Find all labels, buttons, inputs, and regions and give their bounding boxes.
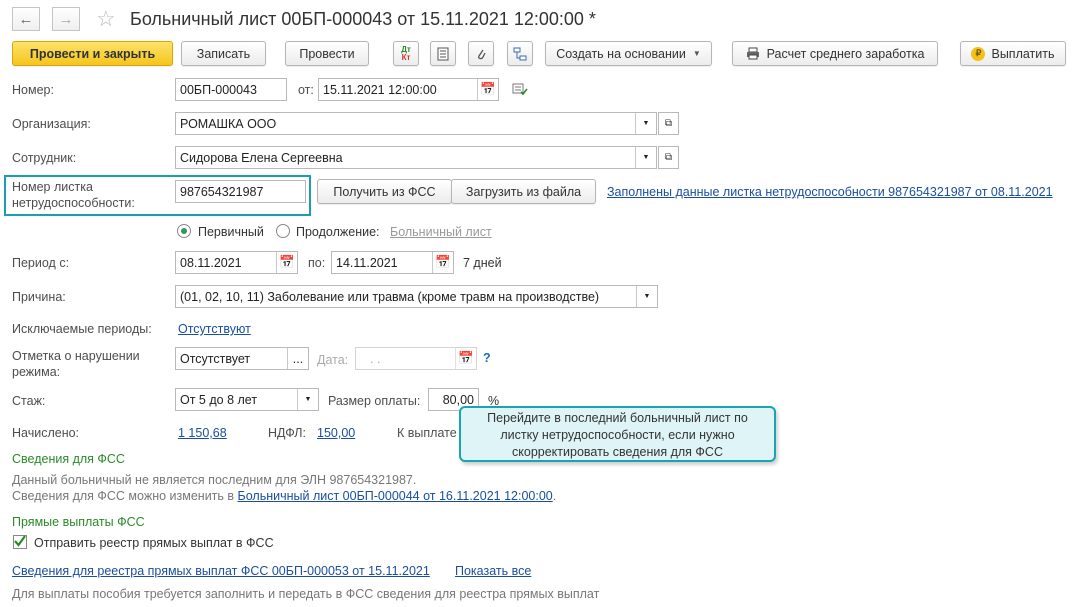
back-button[interactable]: ← (12, 7, 40, 31)
registry-link[interactable]: Сведения для реестра прямых выплат ФСС 0… (12, 564, 430, 578)
calendar-icon[interactable]: 📅 (276, 252, 297, 273)
excluded-periods-link[interactable]: Отсутствуют (178, 322, 251, 336)
number-input[interactable]: 00БП-000043 (175, 78, 287, 101)
open-employee-button[interactable]: ⧉ (658, 146, 679, 169)
document-date-input[interactable]: 15.11.2021 12:00:00 📅 (318, 78, 499, 101)
accrued-link[interactable]: 1 150,68 (178, 426, 227, 440)
help-icon[interactable]: ? (483, 351, 491, 365)
period-from-label: Период с: (12, 256, 70, 270)
ndfl-link[interactable]: 150,00 (317, 426, 355, 440)
last-sick-list-link[interactable]: Больничный лист 00БП-000044 от 16.11.202… (238, 489, 553, 503)
sick-leave-label-line2: нетрудоспособности: (12, 196, 135, 210)
open-window-icon: ⧉ (664, 118, 673, 129)
dt-kt-icon: Дт Кт (401, 44, 411, 62)
document-list-icon (437, 47, 449, 60)
printer-icon (746, 47, 759, 60)
arrow-left-icon: ← (18, 10, 34, 28)
reason-select[interactable]: (01, 02, 10, 11) Заболевание или травма … (175, 285, 658, 308)
excluded-periods-label: Исключаемые периоды: (12, 322, 152, 336)
number-label: Номер: (12, 83, 54, 97)
checkmark-icon (14, 535, 26, 547)
experience-label: Стаж: (12, 394, 46, 408)
show-all-link[interactable]: Показать все (455, 564, 531, 578)
direct-payments-note: Для выплаты пособия требуется заполнить … (12, 587, 600, 601)
attach-button[interactable] (468, 41, 494, 66)
violation-label-line1: Отметка о нарушении (12, 349, 140, 363)
average-salary-button[interactable]: Расчет среднего заработка (732, 41, 938, 66)
violation-label-line2: режима: (12, 365, 61, 379)
calendar-icon[interactable]: 📅 (477, 79, 498, 100)
report-button[interactable] (430, 41, 456, 66)
chevron-down-icon[interactable]: ▼ (635, 147, 656, 168)
payout-label: К выплате (397, 426, 457, 440)
period-to-input[interactable]: 14.11.2021 📅 (331, 251, 454, 274)
post-button[interactable]: Провести (285, 41, 369, 66)
continuation-radio-label: Продолжение: (296, 225, 380, 239)
primary-radio-label: Первичный (198, 225, 264, 239)
violation-date-label: Дата: (317, 353, 349, 367)
chevron-down-icon[interactable]: ▼ (297, 389, 318, 410)
ellipsis-icon[interactable]: ... (287, 348, 308, 369)
ruble-coin-icon: ₽ (971, 46, 986, 61)
days-count: 7 дней (463, 256, 502, 270)
ndfl-label: НДФЛ: (268, 426, 306, 440)
dropdown-arrow-icon: ▼ (692, 49, 701, 58)
pay-size-label: Размер оплаты: (328, 394, 421, 408)
star-icon[interactable]: ☆ (96, 6, 116, 32)
hierarchy-icon (513, 47, 527, 60)
violation-date-input[interactable]: . . 📅 (355, 347, 477, 370)
window-title: Больничный лист 00БП-000043 от 15.11.202… (130, 9, 596, 29)
reason-label: Причина: (12, 290, 66, 304)
fss-info-line2: Сведения для ФСС можно изменить в Больни… (12, 489, 557, 503)
previous-sick-list-link[interactable]: Больничный лист (390, 225, 492, 239)
primary-radio[interactable] (177, 224, 191, 238)
direct-payments-heading: Прямые выплаты ФСС (12, 515, 145, 529)
filled-data-link[interactable]: Заполнены данные листка нетрудоспособнос… (607, 185, 1053, 199)
open-window-icon: ⧉ (664, 152, 673, 163)
structure-button[interactable] (507, 41, 533, 66)
forward-button[interactable]: → (52, 7, 80, 31)
post-and-close-button[interactable]: Провести и закрыть (12, 41, 173, 66)
document-status-icon[interactable] (512, 82, 528, 99)
calendar-icon[interactable]: 📅 (432, 252, 453, 273)
load-from-file-button[interactable]: Загрузить из файла (451, 179, 596, 204)
sick-leave-number-input[interactable]: 987654321987 (175, 180, 306, 203)
open-organization-button[interactable]: ⧉ (658, 112, 679, 135)
sick-leave-label-line1: Номер листка (12, 180, 93, 194)
fss-info-line1: Данный больничный не является последним … (12, 473, 417, 487)
employee-label: Сотрудник: (12, 151, 77, 165)
period-to-label: по: (308, 256, 326, 270)
send-registry-label: Отправить реестр прямых выплат в ФСС (34, 536, 274, 550)
hint-tooltip: Перейдите в последний больничный лист по… (459, 406, 776, 462)
paperclip-icon (478, 49, 486, 59)
continuation-radio[interactable] (276, 224, 290, 238)
calendar-icon[interactable]: 📅 (455, 348, 476, 369)
employee-select[interactable]: Сидорова Елена Сергеевна ▼ (175, 146, 657, 169)
organization-select[interactable]: РОМАШКА ООО ▼ (175, 112, 657, 135)
chevron-down-icon[interactable]: ▼ (635, 113, 656, 134)
date-from-label: от: (298, 83, 314, 97)
chevron-down-icon[interactable]: ▼ (636, 286, 657, 307)
pay-button[interactable]: ₽ Выплатить (960, 41, 1066, 66)
get-from-fss-button[interactable]: Получить из ФСС (317, 179, 452, 204)
accrued-label: Начислено: (12, 426, 80, 440)
dt-kt-button[interactable]: Дт Кт (393, 41, 419, 66)
violation-select[interactable]: Отсутствует ... (175, 347, 309, 370)
arrow-right-icon: → (58, 10, 74, 28)
save-button[interactable]: Записать (181, 41, 266, 66)
period-from-input[interactable]: 08.11.2021 📅 (175, 251, 298, 274)
fss-section-heading: Сведения для ФСС (12, 452, 125, 466)
send-registry-checkbox[interactable] (13, 535, 27, 549)
experience-select[interactable]: От 5 до 8 лет ▼ (175, 388, 319, 411)
organization-label: Организация: (12, 117, 91, 131)
create-based-on-button[interactable]: Создать на основании ▼ (545, 41, 712, 66)
